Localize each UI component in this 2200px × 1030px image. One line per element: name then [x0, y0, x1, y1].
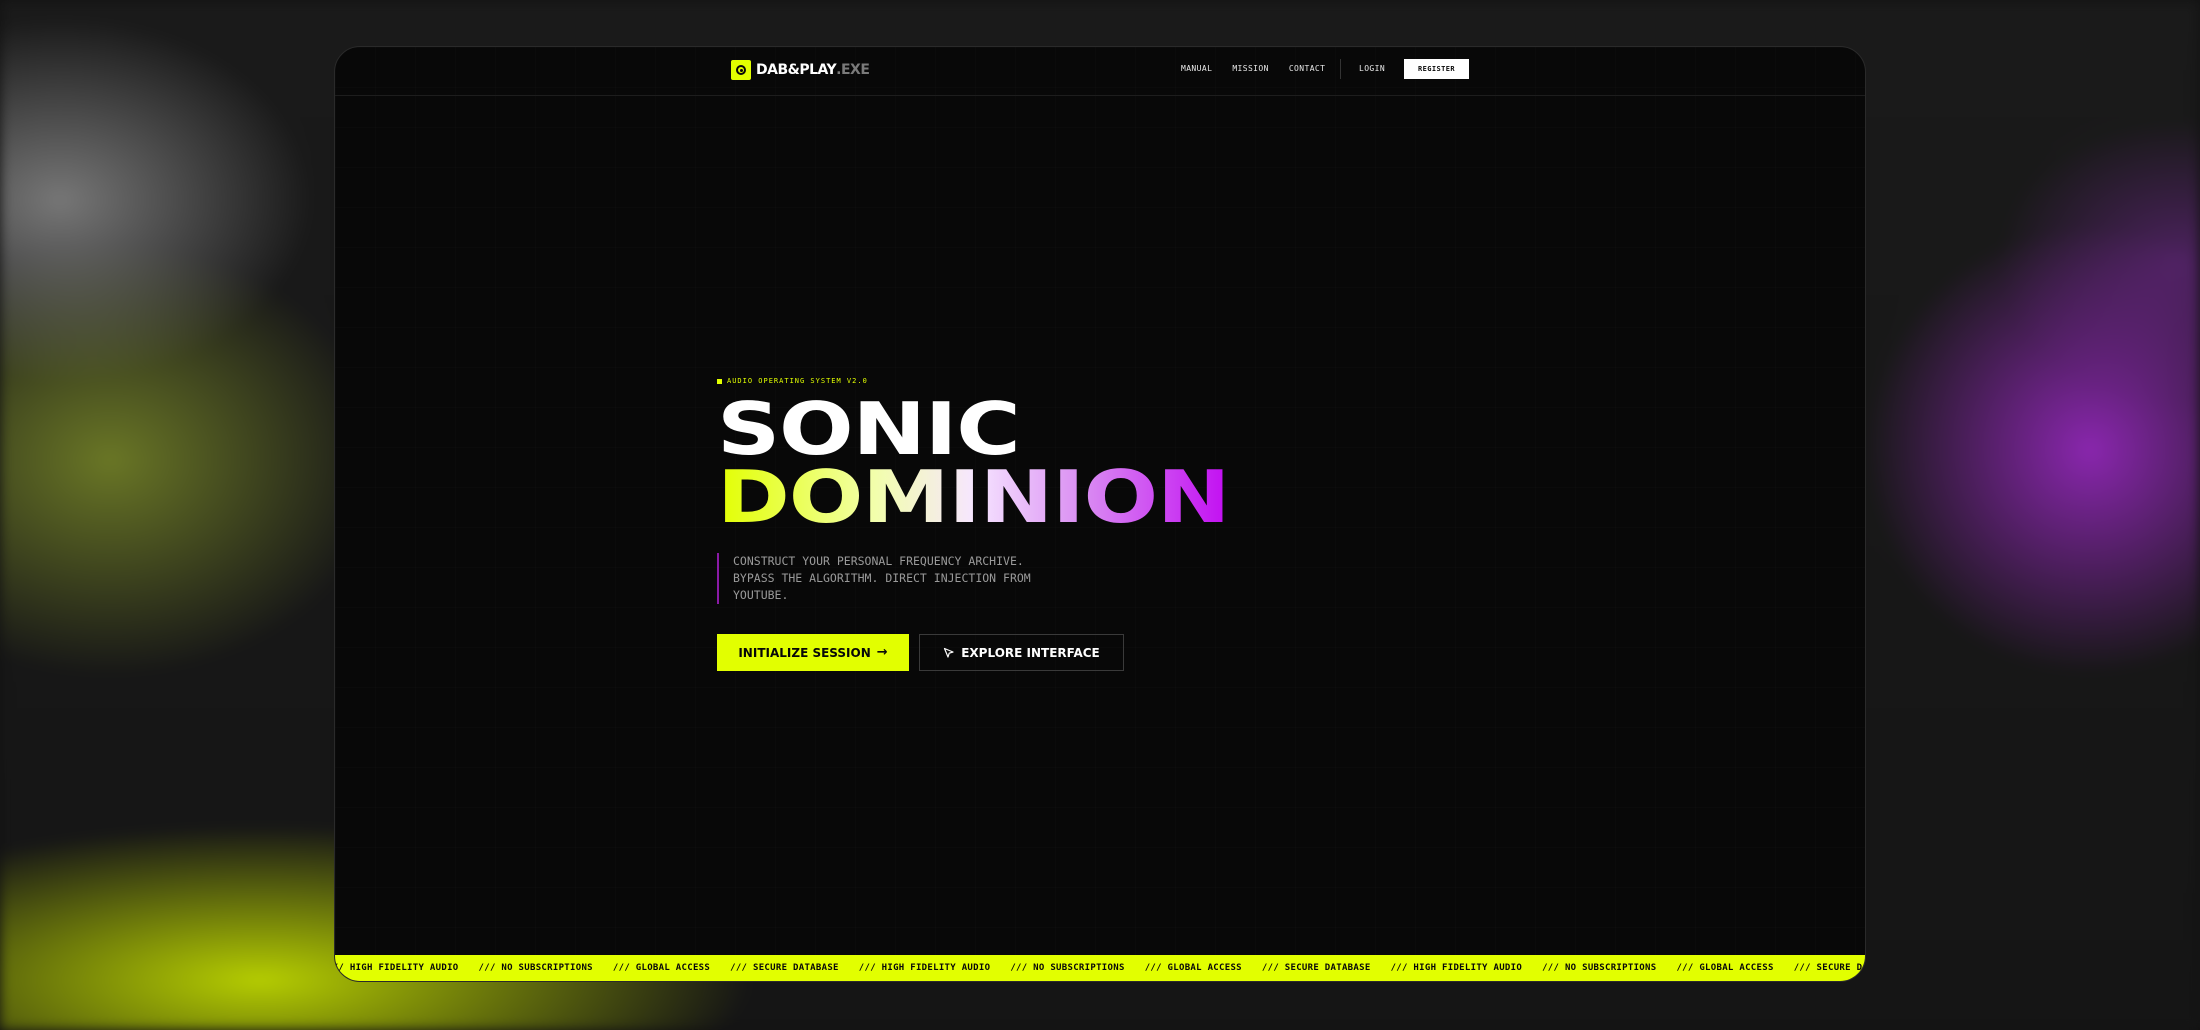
ticker-item: /// SECURE DATABASE	[730, 963, 839, 973]
ticker-item: /// GLOBAL ACCESS	[1676, 963, 1774, 973]
nav-link-mission[interactable]: MISSION	[1232, 64, 1269, 73]
register-button[interactable]: REGISTER	[1404, 59, 1469, 79]
hero-actions: INITIALIZE SESSION → EXPLORE INTERFACE	[717, 634, 1137, 671]
brand-name: DAB&PLAY	[756, 62, 837, 78]
ticker-item: /// NO SUBSCRIPTIONS	[1010, 963, 1125, 973]
hero-section: AUDIO OPERATING SYSTEM V2.0 SONIC DOMINI…	[717, 377, 1231, 671]
hero-title: SONIC DOMINION	[717, 387, 1231, 539]
initialize-session-label: INITIALIZE SESSION	[738, 645, 871, 660]
explore-interface-label: EXPLORE INTERFACE	[961, 645, 1100, 660]
ticker-item: /// HIGH FIDELITY AUDIO	[1390, 963, 1523, 973]
brand-logo[interactable]: DAB&PLAY .EXE	[731, 60, 870, 80]
nav-link-manual[interactable]: MANUAL	[1181, 64, 1212, 73]
nav-link-contact[interactable]: CONTACT	[1289, 64, 1326, 73]
hero-eyebrow: AUDIO OPERATING SYSTEM V2.0	[717, 377, 1137, 385]
ticker-item: /// HIGH FIDELITY AUDIO	[858, 963, 991, 973]
ticker-item: /// NO SUBSCRIPTIONS	[1542, 963, 1657, 973]
ticker-item: /// NO SUBSCRIPTIONS	[478, 963, 593, 973]
eyebrow-text: AUDIO OPERATING SYSTEM V2.0	[727, 377, 868, 385]
cursor-icon	[944, 647, 954, 658]
ticker-track: /// HIGH FIDELITY AUDIO /// NO SUBSCRIPT…	[335, 963, 1865, 973]
initialize-session-button[interactable]: INITIALIZE SESSION →	[717, 634, 909, 671]
ticker-item: /// HIGH FIDELITY AUDIO	[335, 963, 459, 973]
speaker-icon	[731, 60, 751, 80]
arrow-right-icon: →	[876, 645, 888, 660]
hero-description: CONSTRUCT YOUR PERSONAL FREQUENCY ARCHIV…	[717, 553, 1063, 604]
login-link[interactable]: LOGIN	[1359, 64, 1385, 73]
brand-extension: .EXE	[836, 62, 870, 78]
feature-ticker: /// HIGH FIDELITY AUDIO /// NO SUBSCRIPT…	[335, 955, 1865, 981]
nav-divider	[1340, 59, 1341, 79]
hero-title-line1: SONIC	[717, 387, 1021, 471]
top-navigation: DAB&PLAY .EXE MANUAL MISSION CONTACT LOGI…	[335, 47, 1865, 96]
explore-interface-button[interactable]: EXPLORE INTERFACE	[919, 634, 1124, 671]
ticker-item: /// SECURE DATABASE	[1261, 963, 1371, 973]
ticker-item: /// SECURE DATABASE	[1793, 963, 1865, 973]
square-bullet-icon	[717, 378, 722, 384]
hero-title-line2: DOMINION	[717, 455, 1231, 539]
ticker-item: /// GLOBAL ACCESS	[612, 963, 711, 973]
browser-window: DAB&PLAY .EXE MANUAL MISSION CONTACT LOGI…	[334, 46, 1866, 982]
nav-links: MANUAL MISSION CONTACT	[1181, 64, 1345, 73]
ticker-item: /// GLOBAL ACCESS	[1144, 963, 1242, 973]
